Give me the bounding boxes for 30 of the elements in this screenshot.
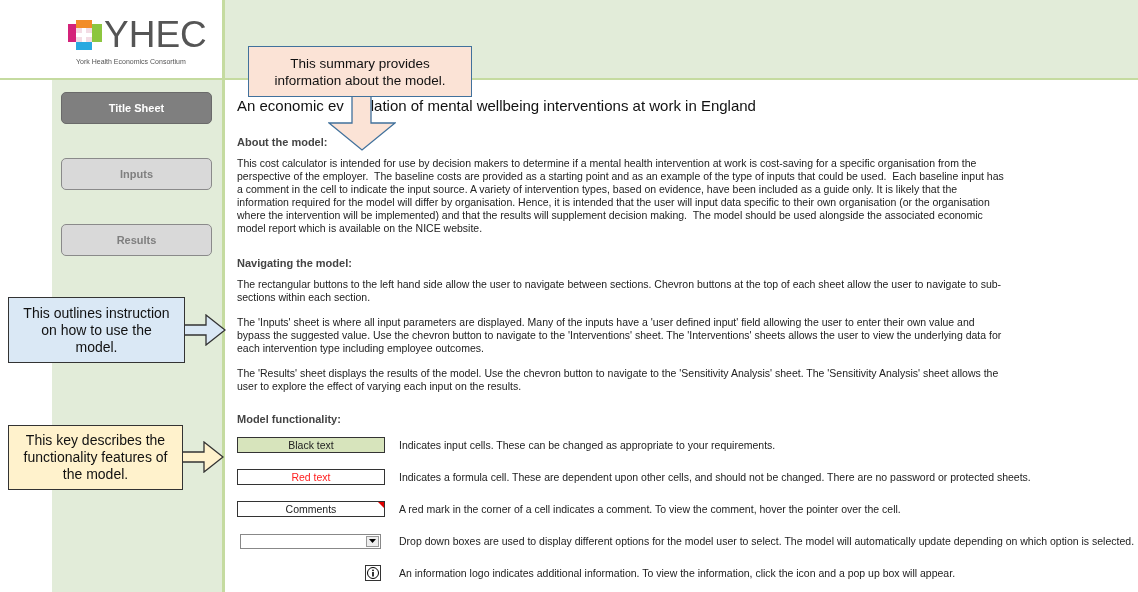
paragraph: This cost calculator is intended for use by decision makers to determine if a mental health intervention at work is cost-saving for a specific organisation from the perspective of the employer. The baseline costs are provided as a starting point and as an example of the type of inputs that could be used. Each baseline input has a comment in the cell to indicate the input source. A variety of intervention types, based on evidence, have been included as a guide only. It is likely that the information required for the model will differ by organisation. Hence, it is intended that the user will input data specific to their own organisation (or the organisation where the intervention will be implemented) and that the results will supplement decision making. The model should be used alongside the associated economic model report which is available on the NICE website. bbox=[237, 157, 1005, 235]
info-icon[interactable] bbox=[365, 565, 381, 581]
nav-button[interactable]: Inputs bbox=[61, 158, 212, 190]
paragraph: The 'Inputs' sheet is where all input parameters are displayed. Many of the inputs have a 'user defined input' field allowing the user to enter their own value and bypass the suggested value. Use the chevron button to navigate to the 'Interventions' sheet. The 'Interventions' sheets allows the user to view the underlying data for each intervention type including employee outcomes. bbox=[237, 316, 1003, 355]
right-arrow bbox=[184, 314, 226, 346]
page-title: An economic ev bbox=[237, 97, 344, 114]
key-description: An information logo indicates additional information. To view the information, click the icon and a pop up box will appear. bbox=[399, 567, 956, 579]
section-heading: About the model: bbox=[237, 136, 329, 148]
caret-icon bbox=[369, 539, 376, 543]
paragraph: The rectangular buttons to the left hand side allow the user to navigate between sections. Chevron buttons at the top of each sheet allow the user to navigate to sub-sections within each section. bbox=[237, 278, 1003, 304]
section-heading: Navigating the model: bbox=[237, 257, 353, 269]
nav-button[interactable]: Results bbox=[61, 224, 212, 256]
key-description: Indicates input cells. These can be changed as appropriate to your requirements. bbox=[399, 439, 776, 451]
key-description: A red mark in the corner of a cell indicates a comment. To view the comment, hover the pointer over the cell. bbox=[399, 503, 901, 515]
callout-box: This outlines instruction on how to use the model. bbox=[8, 297, 185, 363]
section-heading: Model functionality: bbox=[237, 413, 342, 425]
right-arrow bbox=[182, 441, 224, 473]
logo-mark-icon bbox=[68, 19, 102, 50]
dropdown-sample[interactable] bbox=[240, 533, 381, 549]
callout-box: This key describes the functionality features of the model. bbox=[8, 425, 183, 490]
key-description: Drop down boxes are used to display different options for the model user to select. The model will automatically update depending on which option is selected. bbox=[399, 535, 1135, 547]
logo-name: YHEC bbox=[104, 16, 207, 53]
formula-cell-sample: Red text bbox=[237, 469, 385, 485]
paragraph: The 'Results' sheet displays the results of the model. Use the chevron button to navigate to the 'Sensitivity Analysis' sheet. The 'Sensitivity Analysis' sheet allows the user to explore the effect of varying each input on the results. bbox=[237, 367, 1000, 393]
key-description: Indicates a formula cell. These are dependent upon other cells, and should not be changed. There are no password or protected sheets. bbox=[399, 471, 1031, 483]
page-title: lation of mental wellbeing interventions at work in England bbox=[370, 97, 756, 114]
input-cell-sample: Black text bbox=[237, 437, 385, 453]
comment-cell-sample: Comments bbox=[237, 501, 385, 517]
nav-button[interactable]: Title Sheet bbox=[61, 92, 212, 124]
callout-box: This summary provides information about the model. bbox=[248, 46, 472, 97]
